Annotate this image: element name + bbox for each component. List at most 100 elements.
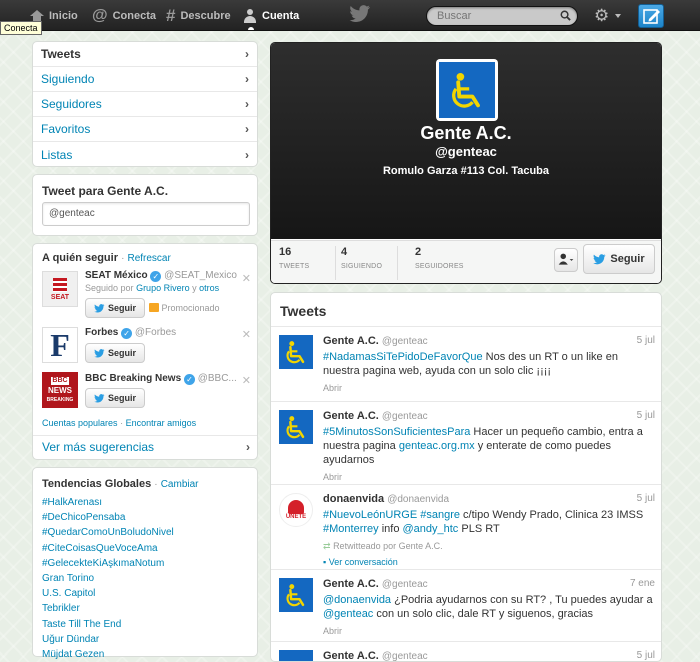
hashtag-link[interactable]: #5MinutosSonSuficientesPara [323, 426, 470, 438]
tweet-date[interactable]: 5 jul [637, 409, 655, 423]
dismiss-icon[interactable]: ✕ [242, 272, 251, 285]
seat-logo-icon [53, 277, 67, 292]
menu-item-followers[interactable]: Seguidores › [33, 92, 257, 117]
mention-link[interactable]: @andy_htc [403, 523, 459, 535]
tweet-author[interactable]: Gente A.C. [323, 410, 379, 422]
profile-avatar[interactable] [436, 59, 498, 121]
open-tweet-link[interactable]: Abrir [323, 381, 655, 395]
tweet-to-input[interactable]: @genteac [42, 202, 250, 226]
stat-tweets[interactable]: 16 TWEETS [271, 246, 336, 280]
url-link[interactable]: genteac.org.mx [399, 440, 475, 452]
trend-item[interactable]: Tebrikler [42, 601, 174, 616]
hashtag-link[interactable]: #Monterrey [323, 523, 379, 535]
user-name[interactable]: BBC Breaking News [85, 373, 181, 384]
trend-item[interactable]: #HalkArenası [42, 495, 174, 510]
tweet-date[interactable]: 5 jul [637, 649, 655, 661]
tweet[interactable]: Gente A.C. @genteac 5 jul #5MinutosSonSu… [271, 401, 661, 483]
bbc-avatar[interactable]: BBC NEWS BREAKING [42, 372, 78, 408]
tweets-title: Tweets [280, 303, 327, 319]
menu-item-lists[interactable]: Listas › [33, 142, 257, 167]
tweet-avatar[interactable] [279, 578, 313, 612]
tweet[interactable]: Gente A.C. @genteac 5 jul #NadamasSiTePi… [271, 326, 661, 393]
twitter-bird-icon [593, 253, 606, 264]
tweet-author[interactable]: donaenvida [323, 493, 384, 505]
popular-accounts-link[interactable]: Cuentas populares [42, 418, 118, 428]
open-tweet-link[interactable]: Abrir [323, 624, 655, 638]
tweet-text: #NuevoLeónURGE #sangre c/tipo Wendy Prad… [323, 509, 644, 535]
user-actions-dropdown[interactable] [554, 248, 578, 272]
forbes-avatar[interactable]: F [42, 327, 78, 363]
view-conversation-link[interactable]: ▪ Ver conversación [323, 555, 655, 569]
tweet-author[interactable]: Gente A.C. [323, 650, 379, 661]
profile-name: Gente A.C. [420, 123, 512, 143]
trend-item[interactable]: #CiteCoisasQueVoceAma [42, 541, 174, 556]
hashtag-link[interactable]: #sangre [420, 509, 460, 521]
wheelchair-logo-icon [452, 72, 480, 108]
tweet-avatar[interactable] [279, 650, 313, 661]
trend-item[interactable]: #QuedarComoUnBoludoNivel [42, 525, 174, 540]
tweet-avatar[interactable]: ÚNETE [279, 493, 313, 527]
chevron-right-icon: › [245, 122, 249, 136]
verified-icon: ✓ [183, 374, 195, 385]
search-input[interactable] [427, 7, 553, 25]
trends-title: Tendencias Globales [42, 478, 152, 490]
follow-button[interactable]: Seguir [85, 388, 146, 408]
find-friends-link[interactable]: Encontrar amigos [126, 418, 197, 428]
tweet[interactable]: Gente A.C. @genteac 7 ene @donaenvida ¿P… [271, 569, 661, 638]
verified-icon: ✓ [121, 328, 133, 339]
trend-item[interactable]: Taste Till The End [42, 617, 174, 632]
refresh-link[interactable]: Refrescar [127, 253, 170, 264]
follow-button[interactable]: Seguir [85, 298, 146, 318]
others-link[interactable]: otros [199, 283, 219, 293]
user-name[interactable]: Forbes [85, 327, 118, 338]
profile-nav-menu: Tweets › Siguiendo › Seguidores › Favoritos… [32, 41, 258, 167]
stat-following[interactable]: 4 SIGUIENDO [333, 246, 398, 280]
search-box[interactable] [426, 6, 578, 26]
nav-discover[interactable]: # Descubre [166, 0, 231, 31]
trend-item[interactable]: #DeChicoPensaba [42, 510, 174, 525]
tweet-text: @donaenvida ¿Podria ayudarnos con su RT?… [323, 594, 653, 620]
twitter-bird-icon[interactable] [349, 5, 371, 23]
dismiss-icon[interactable]: ✕ [242, 328, 251, 341]
mention-link[interactable]: @donaenvida [323, 594, 391, 606]
search-icon[interactable] [560, 10, 571, 21]
hashtag-link[interactable]: #NuevoLeónURGE [323, 509, 417, 521]
profile-card: Gente A.C. @genteac Romulo Garza #113 Co… [270, 42, 662, 284]
dismiss-icon[interactable]: ✕ [242, 374, 251, 387]
tweet-date[interactable]: 5 jul [637, 334, 655, 348]
menu-item-favorites[interactable]: Favoritos › [33, 117, 257, 142]
more-suggestions[interactable]: Ver más sugerencias › [42, 440, 250, 454]
trend-item[interactable]: Uğur Dündar [42, 632, 174, 647]
tweet[interactable]: ÚNETE donaenvida @donaenvida 5 jul #Nuev… [271, 484, 661, 570]
trend-item[interactable]: Gran Torino [42, 571, 174, 586]
tweet-avatar[interactable] [279, 335, 313, 369]
change-trends-link[interactable]: Cambiar [161, 479, 199, 490]
tweet-date[interactable]: 7 ene [630, 577, 655, 591]
seat-avatar[interactable]: SEAT [42, 271, 78, 307]
hashtag-link[interactable]: #NadamasSiTePidoDeFavorQue [323, 351, 483, 363]
mention-link[interactable]: @genteac [323, 608, 373, 620]
trend-item[interactable]: #GelecekteKiAşkımaNotum [42, 556, 174, 571]
profile-location: Romulo Garza #113 Col. Tacuba [382, 165, 550, 177]
followed-by-link[interactable]: Grupo Rivero [136, 283, 190, 293]
compose-tweet-button[interactable] [638, 4, 664, 28]
tweet-date[interactable]: 5 jul [637, 492, 655, 506]
twitter-bird-icon [94, 348, 105, 358]
nav-connect[interactable]: @ Conecta [92, 0, 156, 31]
follow-button[interactable]: Seguir [85, 343, 146, 363]
trend-item[interactable]: Müjdat Gezen [42, 647, 174, 662]
follow-profile-button[interactable]: Seguir [583, 244, 655, 274]
settings-menu[interactable]: ⚙ [594, 6, 622, 26]
menu-item-tweets[interactable]: Tweets › [33, 42, 257, 67]
stat-followers[interactable]: 2 SEGUIDORES [407, 246, 472, 280]
tweet[interactable]: Gente A.C. @genteac 5 jul [271, 641, 661, 661]
tweet-author[interactable]: Gente A.C. [323, 335, 379, 347]
tweet-avatar[interactable] [279, 410, 313, 444]
menu-item-following[interactable]: Siguiendo › [33, 67, 257, 92]
tweet-author[interactable]: Gente A.C. [323, 578, 379, 590]
tweet-to-box: Tweet para Gente A.C. @genteac [32, 174, 258, 236]
person-dropdown-icon [558, 253, 574, 265]
trend-item[interactable]: U.S. Capitol [42, 586, 174, 601]
open-tweet-link[interactable]: Abrir [323, 470, 655, 484]
user-name[interactable]: SEAT México [85, 270, 148, 281]
